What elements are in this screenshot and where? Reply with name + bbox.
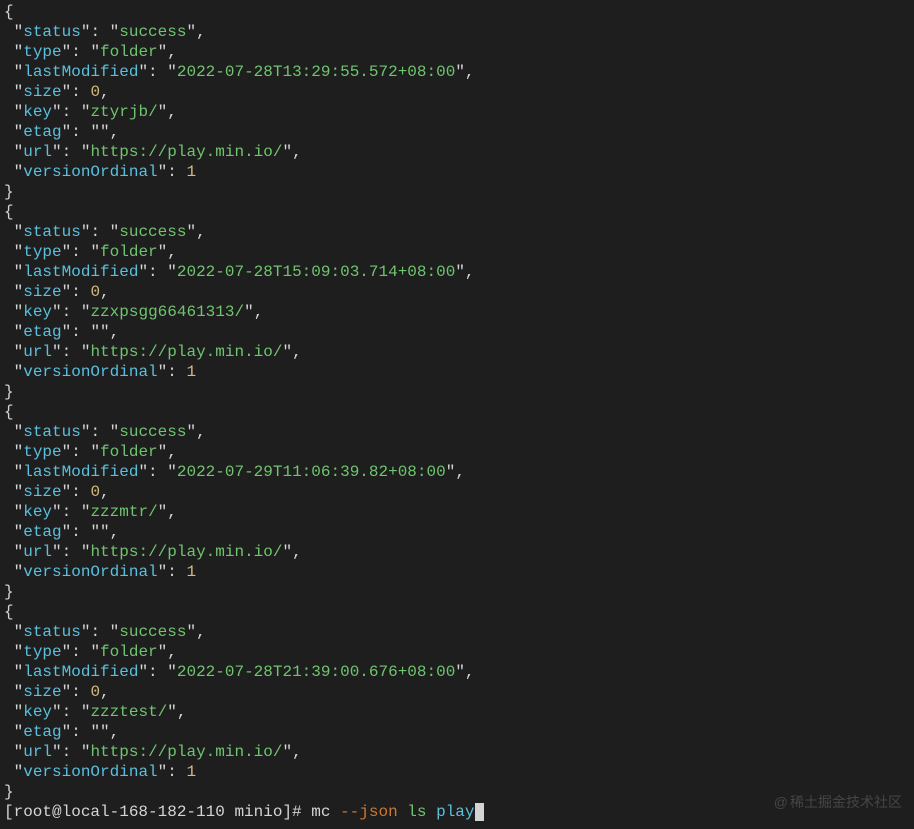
json-close-brace: } [4,182,910,202]
json-field-versionOrdinal: "versionOrdinal": 1 [4,562,910,582]
json-field-size: "size": 0, [4,482,910,502]
json-field-versionOrdinal: "versionOrdinal": 1 [4,762,910,782]
cmd-flag-json: --json [340,803,398,821]
json-field-status: "status": "success", [4,622,910,642]
json-field-etag: "etag": "", [4,322,910,342]
json-open-brace: { [4,402,910,422]
json-field-type: "type": "folder", [4,442,910,462]
json-field-status: "status": "success", [4,222,910,242]
shell-prompt: [root@local-168-182-110 minio]# [4,803,311,821]
json-open-brace: { [4,2,910,22]
json-field-lastModified: "lastModified": "2022-07-28T15:09:03.714… [4,262,910,282]
cmd-mc: mc [311,803,330,821]
json-field-size: "size": 0, [4,282,910,302]
json-open-brace: { [4,202,910,222]
json-field-etag: "etag": "", [4,522,910,542]
json-field-url: "url": "https://play.min.io/", [4,342,910,362]
json-field-status: "status": "success", [4,422,910,442]
json-field-versionOrdinal: "versionOrdinal": 1 [4,362,910,382]
json-field-type: "type": "folder", [4,42,910,62]
json-field-type: "type": "folder", [4,642,910,662]
json-field-key: "key": "zzzmtr/", [4,502,910,522]
json-field-lastModified: "lastModified": "2022-07-29T11:06:39.82+… [4,462,910,482]
json-field-key: "key": "zzztest/", [4,702,910,722]
watermark: 稀土掘金技术社区 [774,794,902,812]
json-field-url: "url": "https://play.min.io/", [4,142,910,162]
terminal-output[interactable]: { "status": "success", "type": "folder",… [0,0,914,824]
json-field-status: "status": "success", [4,22,910,42]
cursor [475,803,484,821]
json-field-lastModified: "lastModified": "2022-07-28T21:39:00.676… [4,662,910,682]
cmd-target: play [436,803,474,821]
json-field-url: "url": "https://play.min.io/", [4,742,910,762]
json-close-brace: } [4,582,910,602]
json-close-brace: } [4,382,910,402]
json-field-lastModified: "lastModified": "2022-07-28T13:29:55.572… [4,62,910,82]
json-field-key: "key": "ztyrjb/", [4,102,910,122]
json-field-versionOrdinal: "versionOrdinal": 1 [4,162,910,182]
json-field-key: "key": "zzxpsgg66461313/", [4,302,910,322]
json-field-size: "size": 0, [4,82,910,102]
json-field-etag: "etag": "", [4,722,910,742]
json-field-url: "url": "https://play.min.io/", [4,542,910,562]
json-field-size: "size": 0, [4,682,910,702]
json-open-brace: { [4,602,910,622]
cmd-ls: ls [407,803,426,821]
json-field-etag: "etag": "", [4,122,910,142]
json-field-type: "type": "folder", [4,242,910,262]
